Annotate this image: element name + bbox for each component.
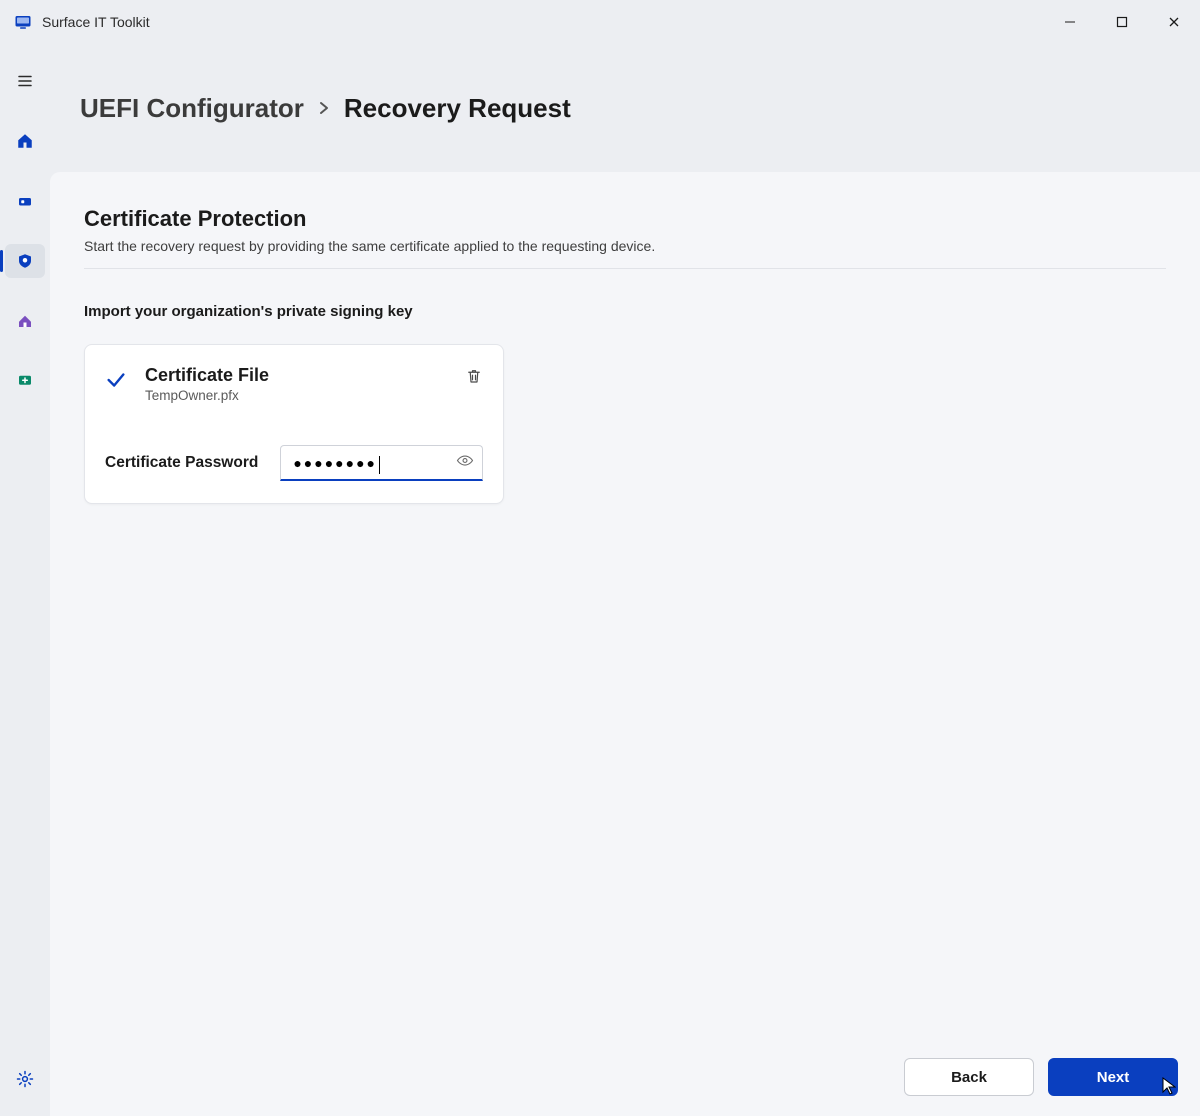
delete-certificate-button[interactable] bbox=[465, 365, 483, 390]
maximize-button[interactable] bbox=[1096, 0, 1148, 44]
certificate-file-name: TempOwner.pfx bbox=[145, 388, 269, 403]
sidebar-item-home[interactable] bbox=[5, 124, 45, 158]
app-icon bbox=[14, 13, 32, 31]
breadcrumb-root[interactable]: UEFI Configurator bbox=[80, 93, 304, 124]
section-title: Certificate Protection bbox=[84, 206, 1166, 232]
section-subtitle: Start the recovery request by providing … bbox=[84, 238, 1166, 254]
certificate-password-input[interactable]: ●●●●●●●● bbox=[280, 445, 483, 481]
content-panel: Certificate Protection Start the recover… bbox=[50, 172, 1200, 1116]
checkmark-icon bbox=[105, 365, 127, 396]
sidebar-item-recovery[interactable] bbox=[5, 364, 45, 398]
chevron-right-icon bbox=[318, 99, 330, 120]
instruction-text: Import your organization's private signi… bbox=[84, 303, 1166, 320]
reveal-password-button[interactable] bbox=[456, 451, 474, 474]
back-button[interactable]: Back bbox=[904, 1058, 1034, 1096]
footer-buttons: Back Next bbox=[904, 1058, 1178, 1096]
certificate-card: Certificate File TempOwner.pfx Certifica… bbox=[84, 344, 504, 504]
window-controls bbox=[1044, 0, 1200, 44]
breadcrumb-current: Recovery Request bbox=[344, 93, 571, 124]
text-cursor bbox=[379, 456, 380, 474]
app-title: Surface IT Toolkit bbox=[42, 14, 150, 30]
breadcrumb: UEFI Configurator Recovery Request bbox=[50, 44, 1200, 172]
next-button[interactable]: Next bbox=[1048, 1058, 1178, 1096]
sidebar-item-eraser[interactable] bbox=[5, 184, 45, 218]
titlebar: Surface IT Toolkit bbox=[0, 0, 1200, 44]
sidebar-item-uefi-configurator[interactable] bbox=[5, 244, 45, 278]
sidebar bbox=[0, 44, 50, 1116]
close-button[interactable] bbox=[1148, 0, 1200, 44]
hamburger-menu-button[interactable] bbox=[5, 64, 45, 98]
sidebar-item-tool-installer[interactable] bbox=[5, 304, 45, 338]
divider bbox=[84, 268, 1166, 269]
sidebar-item-settings[interactable] bbox=[5, 1062, 45, 1096]
certificate-file-label: Certificate File bbox=[145, 365, 269, 386]
password-masked-value: ●●●●●●●● bbox=[293, 455, 377, 471]
minimize-button[interactable] bbox=[1044, 0, 1096, 44]
certificate-password-label: Certificate Password bbox=[105, 454, 258, 472]
